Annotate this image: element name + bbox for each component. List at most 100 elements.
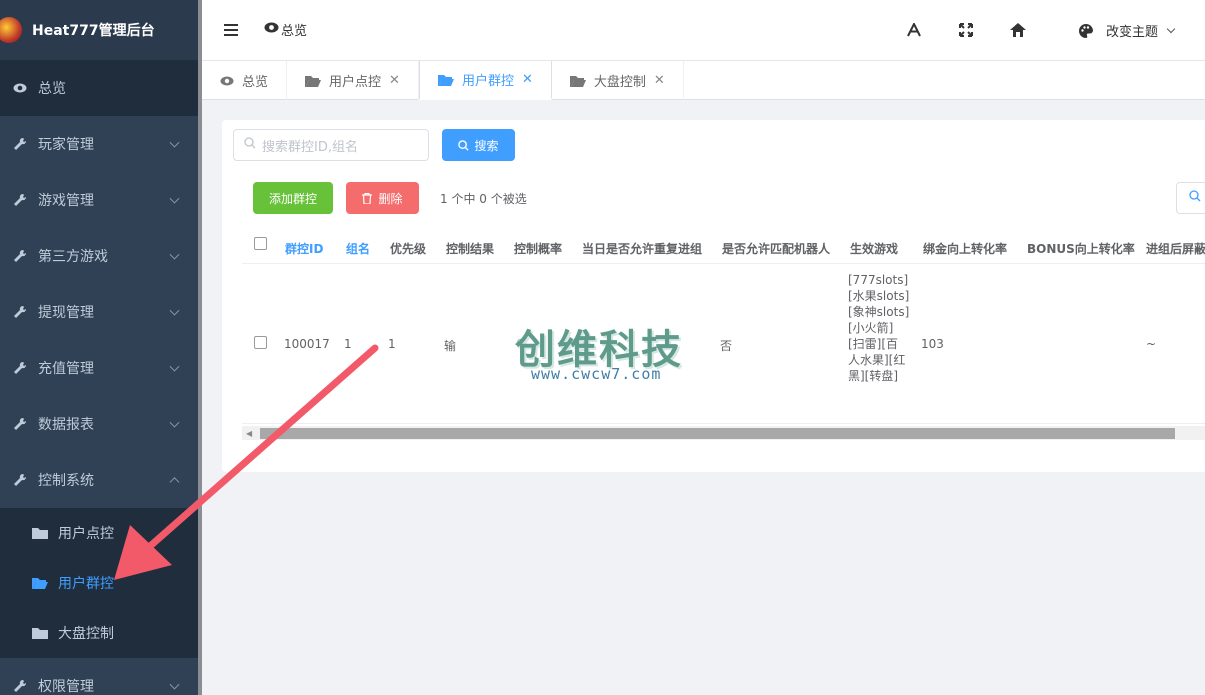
sidebar-item-label: 控制系统 [38,473,94,489]
search-icon [458,139,470,151]
column-search-button[interactable] [1176,182,1205,214]
sidebar-item-label: 用户点控 [58,526,114,542]
chevron-down-icon [1166,24,1176,33]
chevron-down-icon [169,417,180,428]
sidebar-item-control-system[interactable]: 控制系统 [0,452,198,508]
sidebar-item-permissions[interactable]: 权限管理 [0,658,198,695]
col-header-group[interactable]: 组名 [346,240,370,257]
chevron-down-icon [169,361,180,372]
sidebar-item-player[interactable]: 玩家管理 [0,116,198,172]
tab-label: 大盘控制 [593,75,646,90]
wrench-icon [12,136,28,152]
brand-logo [0,17,22,43]
chevron-up-icon [169,477,180,488]
control-submenu: 用户点控 用户群控 大盘控制 [0,508,198,658]
wrench-icon [12,678,28,694]
wrench-icon [12,416,28,432]
sidebar-item-label: 权限管理 [38,679,94,695]
theme-label: 改变主题 [1106,25,1159,40]
col-header-shield: 进组后屏蔽 [1146,242,1205,256]
tab-label: 用户群控 [461,74,514,89]
cell-result: 输 [444,339,457,353]
col-header-robot: 是否允许匹配机器人 [722,242,831,256]
row-checkbox[interactable] [254,336,267,349]
tab-label: 总览 [242,75,269,90]
table-row[interactable]: 100017 1 1 输 0 否 否 [777slots][水果slots][象… [242,264,1205,424]
sidebar-divider [198,0,202,695]
sidebar-item-label: 数据报表 [38,417,94,433]
search-button-label: 搜索 [474,138,499,153]
wrench-icon [12,360,28,376]
search-icon [244,137,256,153]
close-icon[interactable]: ✕ [522,72,533,87]
breadcrumb[interactable]: 总览 [264,20,307,39]
eye-icon [12,80,28,96]
close-icon[interactable]: ✕ [389,73,400,88]
col-header-result: 控制结果 [446,242,495,256]
table-header: 群控ID 组名 优先级 控制结果 控制概率 当日是否允许重复进组 是否允许匹配机… [242,230,1205,264]
tab-user-control[interactable]: 用户点控 ✕ [287,61,419,100]
delete-button[interactable]: 删除 [346,182,419,214]
sidebar-item-third-party[interactable]: 第三方游戏 [0,228,198,284]
col-header-bind-rate: 绑金向上转化率 [923,242,1008,256]
sidebar-item-market-control[interactable]: 大盘控制 [0,608,198,658]
chevron-down-icon [169,137,180,148]
sidebar-item-label: 提现管理 [38,305,94,321]
theme-switcher[interactable]: 改变主题 [1078,21,1176,40]
add-group-control-button[interactable]: 添加群控 [253,182,333,214]
sidebar-item-user-control[interactable]: 用户点控 [0,508,198,558]
breadcrumb-label: 总览 [281,24,308,39]
home-icon[interactable] [1010,22,1026,38]
fullscreen-icon[interactable] [958,22,974,38]
selection-info: 1 个中 0 个被选 [440,192,527,206]
chevron-down-icon [169,193,180,204]
col-header-bonus-rate: BONUS向上转化率 [1027,242,1135,256]
scrollbar-thumb[interactable] [260,428,1175,439]
folder-open-icon [32,576,48,590]
trash-icon [362,192,373,204]
horizontal-scrollbar[interactable]: ◀ [242,426,1205,440]
sidebar-item-withdraw[interactable]: 提现管理 [0,284,198,340]
cell-games: [777slots][水果slots][象神slots][小火箭][扫雷][百人… [848,273,910,383]
eye-icon [220,76,234,86]
select-all-checkbox[interactable] [254,237,267,250]
cell-priority: 1 [388,337,396,351]
chevron-down-icon [169,679,180,690]
folder-icon [32,626,48,640]
col-header-games: 生效游戏 [850,242,899,256]
scroll-left-icon[interactable]: ◀ [246,429,252,438]
content-card: 搜索群控ID,组名 搜索 添加群控 删除 1 个中 0 个被选 群控ID 组名 … [222,120,1205,472]
tab-overview[interactable]: 总览 [202,61,288,100]
sidebar-item-label: 玩家管理 [38,137,94,153]
sidebar-item-overview[interactable]: 总览 [0,60,198,116]
chevron-down-icon [169,249,180,260]
hamburger-icon[interactable] [224,24,238,36]
font-size-icon[interactable] [906,22,922,38]
search-button[interactable]: 搜索 [442,129,515,161]
search-input[interactable]: 搜索群控ID,组名 [233,129,429,161]
wrench-icon [12,192,28,208]
folder-open-icon [569,74,586,87]
wrench-icon [12,472,28,488]
chevron-down-icon [169,305,180,316]
tab-group-control[interactable]: 用户群控 ✕ [418,61,552,100]
sidebar-item-game[interactable]: 游戏管理 [0,172,198,228]
sidebar: Heat777管理后台 总览 玩家管理 游戏管理 第三方游戏 提现管理 充值管理… [0,0,198,695]
sidebar-item-label: 大盘控制 [58,626,114,642]
col-header-probability: 控制概率 [514,242,563,256]
sidebar-item-group-control[interactable]: 用户群控 [0,558,198,608]
eye-icon [264,22,279,37]
cell-bind-rate: 103 [921,337,944,351]
watermark: 创维科技 www.cwcw7.com [503,313,703,383]
sidebar-item-reports[interactable]: 数据报表 [0,396,198,452]
tab-bar: 总览 用户点控 ✕ 用户群控 ✕ 大盘控制 ✕ [202,61,1205,100]
brand: Heat777管理后台 [0,0,198,60]
col-header-repeat: 当日是否允许重复进组 [582,242,703,256]
sidebar-item-recharge[interactable]: 充值管理 [0,340,198,396]
col-header-id[interactable]: 群控ID [285,240,323,257]
folder-open-icon [305,74,322,87]
folder-icon [32,526,48,540]
tab-market-control[interactable]: 大盘控制 ✕ [552,61,684,100]
add-button-label: 添加群控 [268,191,317,206]
close-icon[interactable]: ✕ [654,73,665,88]
